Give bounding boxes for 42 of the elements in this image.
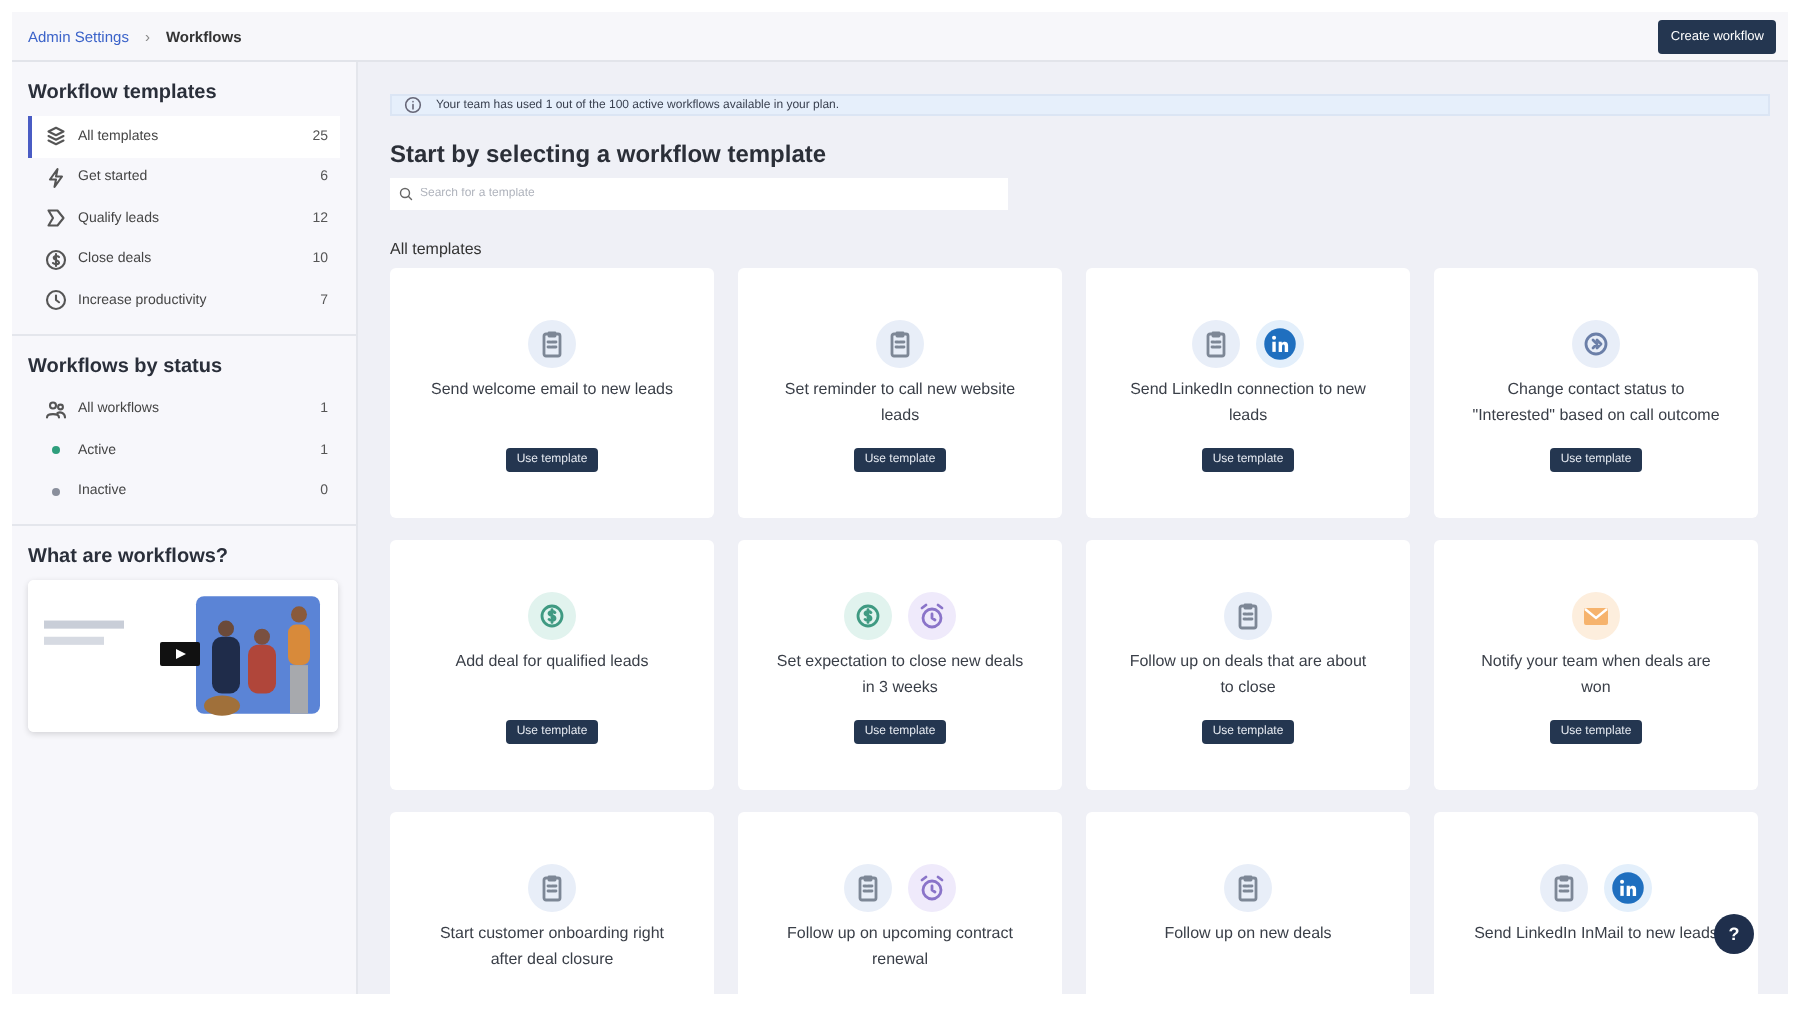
clipboard-icon (876, 320, 924, 368)
clipboard-icon (844, 864, 892, 912)
clipboard-icon (1540, 864, 1588, 912)
template-title: Start customer onboarding right after deal closure (437, 922, 667, 971)
section-title: All templates (390, 240, 484, 258)
linkedin-icon (1604, 864, 1652, 912)
template-title: Follow up on upcoming contract renewal (785, 922, 1015, 971)
clipboard-icon (1192, 320, 1240, 368)
template-title: Set expectation to close new deals in 3 weeks (774, 650, 1026, 699)
clipboard-icon (528, 320, 576, 368)
stack-icon (44, 124, 68, 149)
clipboard-icon (528, 864, 576, 912)
section-title: What are workflows? (28, 546, 231, 568)
template-title: Follow up on new deals (1164, 922, 1332, 946)
play-icon[interactable] (160, 642, 200, 666)
lightning-icon (44, 165, 68, 190)
status-dot (52, 487, 60, 496)
clock-icon (44, 288, 68, 313)
section-title: Workflow templates (28, 82, 219, 104)
people-icon (44, 397, 68, 422)
status-dot (52, 446, 60, 455)
template-title: Send LinkedIn connection to new leads (1128, 378, 1368, 427)
section-title: Workflows by status (28, 355, 225, 377)
clipboard-icon (1224, 864, 1272, 912)
tag-icon (44, 206, 68, 231)
status-icon (1572, 320, 1620, 368)
linkedin-icon (1256, 320, 1304, 368)
clipboard-icon (1224, 592, 1272, 640)
dollar-icon (44, 247, 68, 272)
template-title: Send welcome email to new leads (431, 378, 673, 402)
template-title: Follow up on deals that are about to close (1127, 650, 1369, 699)
dollar-icon (844, 592, 892, 640)
template-title: Add deal for qualified leads (455, 650, 649, 674)
alarm-clock-icon (908, 592, 956, 640)
envelope-icon (1572, 592, 1620, 640)
template-title: Set reminder to call new website leads (782, 378, 1018, 427)
template-title: Notify your team when deals are won (1479, 650, 1713, 699)
template-title: Change contact status to "Interested" based on call outcome (1470, 378, 1722, 427)
dollar-icon (528, 592, 576, 640)
page-heading: Start by selecting a workflow template (390, 140, 829, 168)
info-icon (404, 96, 422, 114)
alarm-clock-icon (908, 864, 956, 912)
